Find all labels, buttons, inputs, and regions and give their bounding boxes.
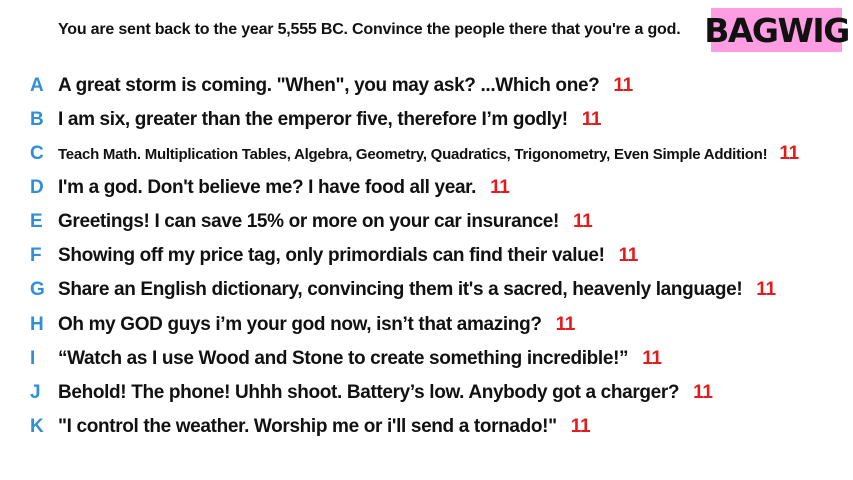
answer-label: Behold! The phone! Uhhh shoot. Battery’s… — [58, 382, 680, 403]
answer-text: “Watch as I use Wood and Stone to create… — [58, 348, 662, 370]
answer-letter: J — [30, 382, 41, 403]
answer-letter: A — [30, 75, 44, 96]
score-value: 11 — [693, 382, 713, 403]
answer-label: A great storm is coming. "When", you may… — [58, 75, 600, 96]
prompt-text: You are sent back to the year 5,555 BC. … — [58, 21, 681, 38]
answer-text: Share an English dictionary, convincing … — [58, 279, 776, 301]
score-value: 11 — [756, 279, 776, 300]
answer-label: Oh my GOD guys i’m your god now, isn’t t… — [58, 314, 542, 335]
answer-label: I'm a god. Don't believe me? I have food… — [58, 177, 477, 198]
answer-text: Teach Math. Multiplication Tables, Algeb… — [58, 143, 799, 165]
answer-label: "I control the weather. Worship me or i'… — [58, 416, 557, 437]
answer-letter: D — [30, 177, 44, 198]
answer-letter: G — [30, 279, 45, 300]
answer-text: Oh my GOD guys i’m your god now, isn’t t… — [58, 314, 575, 336]
answer-label: Showing off my price tag, only primordia… — [58, 245, 605, 266]
answer-label: Teach Math. Multiplication Tables, Algeb… — [58, 146, 768, 163]
answer-text: Greetings! I can save 15% or more on you… — [58, 211, 593, 233]
answer-letter: I — [30, 348, 36, 369]
answer-label: Share an English dictionary, convincing … — [58, 279, 743, 300]
answer-text: Showing off my price tag, only primordia… — [58, 245, 638, 267]
score-value: 11 — [618, 245, 639, 266]
score-value: 11 — [581, 109, 602, 130]
bagwig-logo: BAGWIG — [704, 8, 850, 52]
answer-text: A great storm is coming. "When", you may… — [58, 75, 633, 97]
answer-letter: B — [30, 109, 44, 130]
answer-letter: K — [30, 416, 44, 437]
answer-label: “Watch as I use Wood and Stone to create… — [58, 348, 629, 369]
score-value: 11 — [779, 143, 799, 164]
answer-letter: E — [30, 211, 43, 232]
score-value: 11 — [555, 314, 576, 335]
answer-label: I am six, greater than the emperor five,… — [58, 109, 568, 130]
score-value: 11 — [570, 416, 591, 437]
score-value: 11 — [490, 177, 510, 198]
answer-text: I'm a god. Don't believe me? I have food… — [58, 177, 510, 199]
answer-text: Behold! The phone! Uhhh shoot. Battery’s… — [58, 382, 713, 404]
score-value: 11 — [572, 211, 593, 232]
answer-text: I am six, greater than the emperor five,… — [58, 109, 601, 131]
score-value: 11 — [613, 75, 633, 96]
answer-letter: C — [30, 143, 44, 164]
answer-letter: H — [30, 314, 44, 335]
answer-letter: F — [30, 245, 42, 266]
answer-label: Greetings! I can save 15% or more on you… — [58, 211, 559, 232]
answer-text: "I control the weather. Worship me or i'… — [58, 416, 591, 438]
score-value: 11 — [642, 348, 662, 369]
